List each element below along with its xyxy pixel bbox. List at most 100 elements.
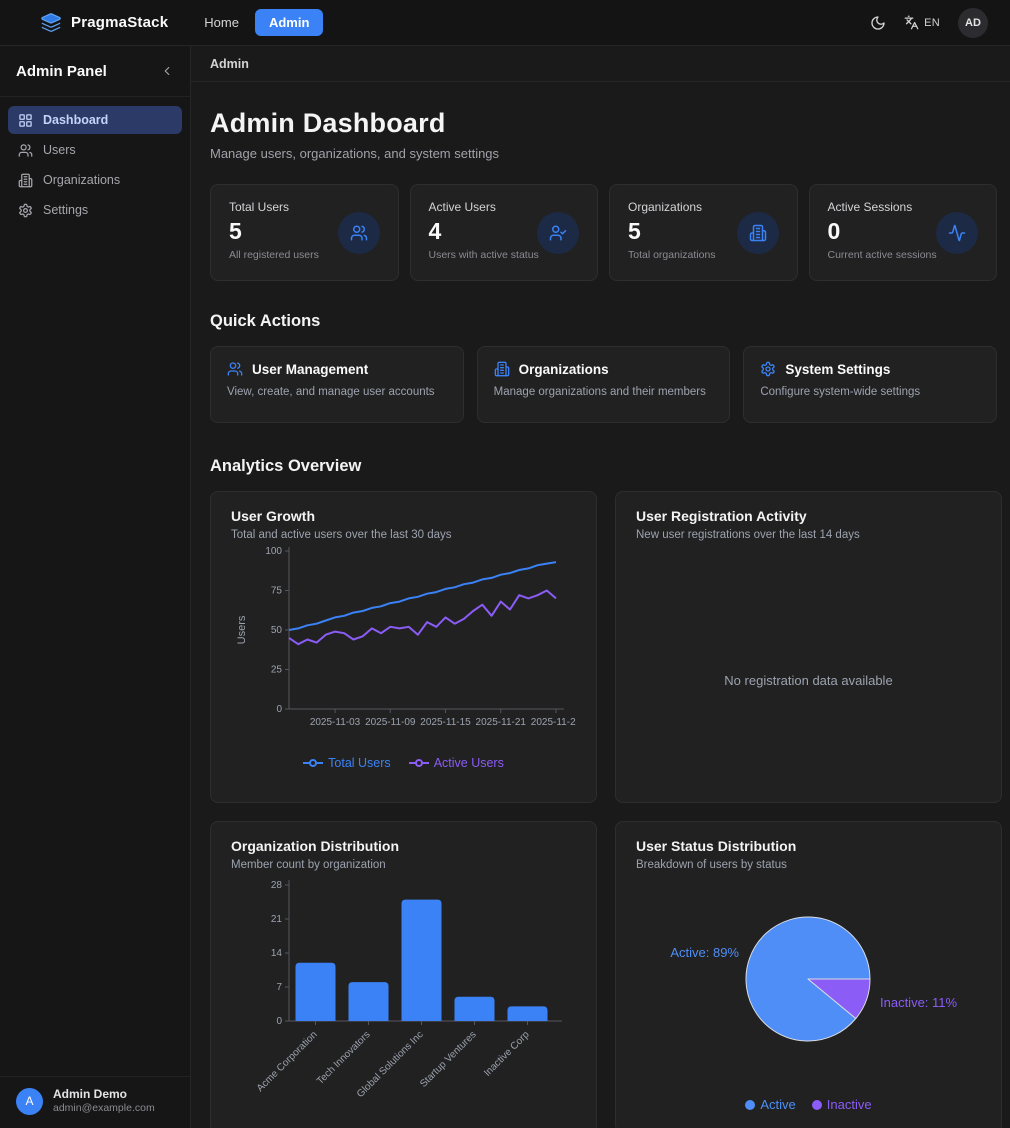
- sidebar-item-label: Dashboard: [43, 113, 108, 127]
- user-status-pie-chart: Active: 89%Inactive: 11% Active Inactive: [636, 871, 981, 1116]
- building-icon: [737, 212, 779, 254]
- quick-action-system-settings[interactable]: System Settings Configure system-wide se…: [743, 346, 997, 423]
- svg-text:Acme Corporation: Acme Corporation: [255, 1029, 320, 1094]
- chevron-left-icon: [160, 64, 174, 78]
- page-subtitle: Manage users, organizations, and system …: [210, 146, 997, 161]
- user-check-icon: [537, 212, 579, 254]
- chart-subtitle: Breakdown of users by status: [636, 859, 981, 871]
- legend-dot-icon: [745, 1100, 755, 1110]
- svg-text:Inactive Corp: Inactive Corp: [482, 1029, 532, 1079]
- quick-action-organizations[interactable]: Organizations Manage organizations and t…: [477, 346, 731, 423]
- svg-text:21: 21: [271, 914, 283, 925]
- quick-actions-grid: User Management View, create, and manage…: [210, 346, 997, 423]
- empty-state-message: No registration data available: [636, 673, 981, 688]
- pie-chart-svg: Active: 89%Inactive: 11%: [636, 871, 981, 1085]
- svg-text:75: 75: [271, 586, 283, 597]
- sidebar-user-avatar: A: [16, 1088, 43, 1115]
- svg-text:0: 0: [276, 1016, 282, 1027]
- main-content: Admin Admin Dashboard Manage users, orga…: [191, 46, 1010, 1128]
- svg-text:2025-11-27: 2025-11-27: [531, 717, 576, 728]
- sidebar-user-email: admin@example.com: [53, 1102, 155, 1116]
- chart-title: User Registration Activity: [636, 508, 981, 524]
- line-chart-legend: Total Users Active Users: [231, 756, 576, 770]
- theme-toggle-button[interactable]: [870, 15, 886, 31]
- bar-chart-svg: 07142128Acme CorporationTech InnovatorsG…: [231, 871, 576, 1111]
- languages-icon: [904, 15, 919, 30]
- language-selector-button[interactable]: EN: [904, 15, 940, 30]
- legend-item[interactable]: Total Users: [303, 756, 391, 770]
- svg-text:Users: Users: [236, 615, 248, 644]
- svg-text:Startup Ventures: Startup Ventures: [418, 1029, 478, 1089]
- breadcrumb-bar: Admin: [191, 46, 1010, 82]
- quick-action-description: Configure system-wide settings: [760, 386, 980, 398]
- legend-item[interactable]: Active: [745, 1097, 795, 1112]
- nav-link-home[interactable]: Home: [194, 9, 249, 36]
- sidebar-user-section[interactable]: A Admin Demo admin@example.com: [0, 1076, 190, 1128]
- user-growth-line-chart: 02550751002025-11-032025-11-092025-11-15…: [231, 541, 576, 786]
- legend-label: Active Users: [434, 756, 504, 770]
- users-icon: [227, 361, 243, 377]
- chart-title: Organization Distribution: [231, 838, 576, 854]
- activity-icon: [936, 212, 978, 254]
- stat-card-active-sessions: Active Sessions 0 Current active session…: [809, 184, 998, 281]
- line-chart-svg: 02550751002025-11-032025-11-092025-11-15…: [231, 541, 576, 749]
- sidebar-header: Admin Panel: [0, 46, 190, 97]
- layout-dashboard-icon: [18, 113, 33, 128]
- quick-action-description: Manage organizations and their members: [494, 386, 714, 398]
- chart-subtitle: New user registrations over the last 14 …: [636, 529, 981, 541]
- legend-item[interactable]: Active Users: [409, 756, 504, 770]
- svg-text:50: 50: [271, 625, 283, 636]
- registration-activity-card: User Registration Activity New user regi…: [615, 491, 1002, 803]
- layers-logo-icon: [40, 12, 62, 34]
- svg-text:0: 0: [276, 704, 282, 715]
- quick-action-user-management[interactable]: User Management View, create, and manage…: [210, 346, 464, 423]
- sidebar-collapse-button[interactable]: [160, 64, 174, 78]
- chart-title: User Growth: [231, 508, 576, 524]
- registration-activity-chart: No registration data available: [636, 541, 981, 786]
- svg-text:25: 25: [271, 665, 283, 676]
- user-growth-card: User Growth Total and active users over …: [210, 491, 597, 803]
- gear-icon: [760, 361, 776, 377]
- legend-label: Inactive: [827, 1097, 872, 1112]
- quick-actions-heading: Quick Actions: [210, 312, 997, 331]
- org-distribution-card: Organization Distribution Member count b…: [210, 821, 597, 1128]
- page-title: Admin Dashboard: [210, 108, 997, 139]
- svg-text:7: 7: [276, 982, 282, 993]
- sidebar-item-label: Users: [43, 143, 76, 157]
- svg-text:2025-11-21: 2025-11-21: [476, 717, 527, 728]
- sidebar-item-dashboard[interactable]: Dashboard: [8, 106, 182, 134]
- admin-sidebar: Admin Panel Dashboard: [0, 46, 191, 1128]
- sidebar-user-name: Admin Demo: [53, 1087, 155, 1103]
- chart-subtitle: Total and active users over the last 30 …: [231, 529, 576, 541]
- top-navbar: PragmaStack Home Admin EN AD: [0, 0, 1010, 46]
- svg-text:2025-11-03: 2025-11-03: [310, 717, 361, 728]
- sidebar-item-settings[interactable]: Settings: [8, 196, 182, 224]
- brand[interactable]: PragmaStack: [40, 12, 168, 34]
- legend-item[interactable]: Inactive: [812, 1097, 872, 1112]
- svg-text:Inactive: 11%: Inactive: 11%: [880, 995, 958, 1010]
- user-avatar-menu[interactable]: AD: [958, 8, 988, 38]
- brand-name: PragmaStack: [71, 14, 168, 31]
- quick-action-title: Organizations: [519, 362, 609, 377]
- breadcrumb[interactable]: Admin: [210, 57, 249, 71]
- chart-title: User Status Distribution: [636, 838, 981, 854]
- sidebar-item-label: Organizations: [43, 173, 120, 187]
- nav-link-admin[interactable]: Admin: [255, 9, 323, 36]
- svg-text:2025-11-09: 2025-11-09: [365, 717, 416, 728]
- language-label: EN: [924, 17, 940, 29]
- sidebar-item-label: Settings: [43, 203, 88, 217]
- sidebar-title: Admin Panel: [16, 63, 107, 80]
- building-icon: [18, 173, 33, 188]
- legend-line-marker-icon: [303, 758, 323, 768]
- stat-card-active-users: Active Users 4 Users with active status: [410, 184, 599, 281]
- legend-dot-icon: [812, 1100, 822, 1110]
- quick-action-description: View, create, and manage user accounts: [227, 386, 447, 398]
- main-nav: Home Admin: [194, 9, 323, 36]
- sidebar-item-users[interactable]: Users: [8, 136, 182, 164]
- analytics-heading: Analytics Overview: [210, 457, 997, 476]
- legend-line-marker-icon: [409, 758, 429, 768]
- stat-card-organizations: Organizations 5 Total organizations: [609, 184, 798, 281]
- charts-grid: User Growth Total and active users over …: [210, 491, 997, 1128]
- sidebar-item-organizations[interactable]: Organizations: [8, 166, 182, 194]
- stat-card-total-users: Total Users 5 All registered users: [210, 184, 399, 281]
